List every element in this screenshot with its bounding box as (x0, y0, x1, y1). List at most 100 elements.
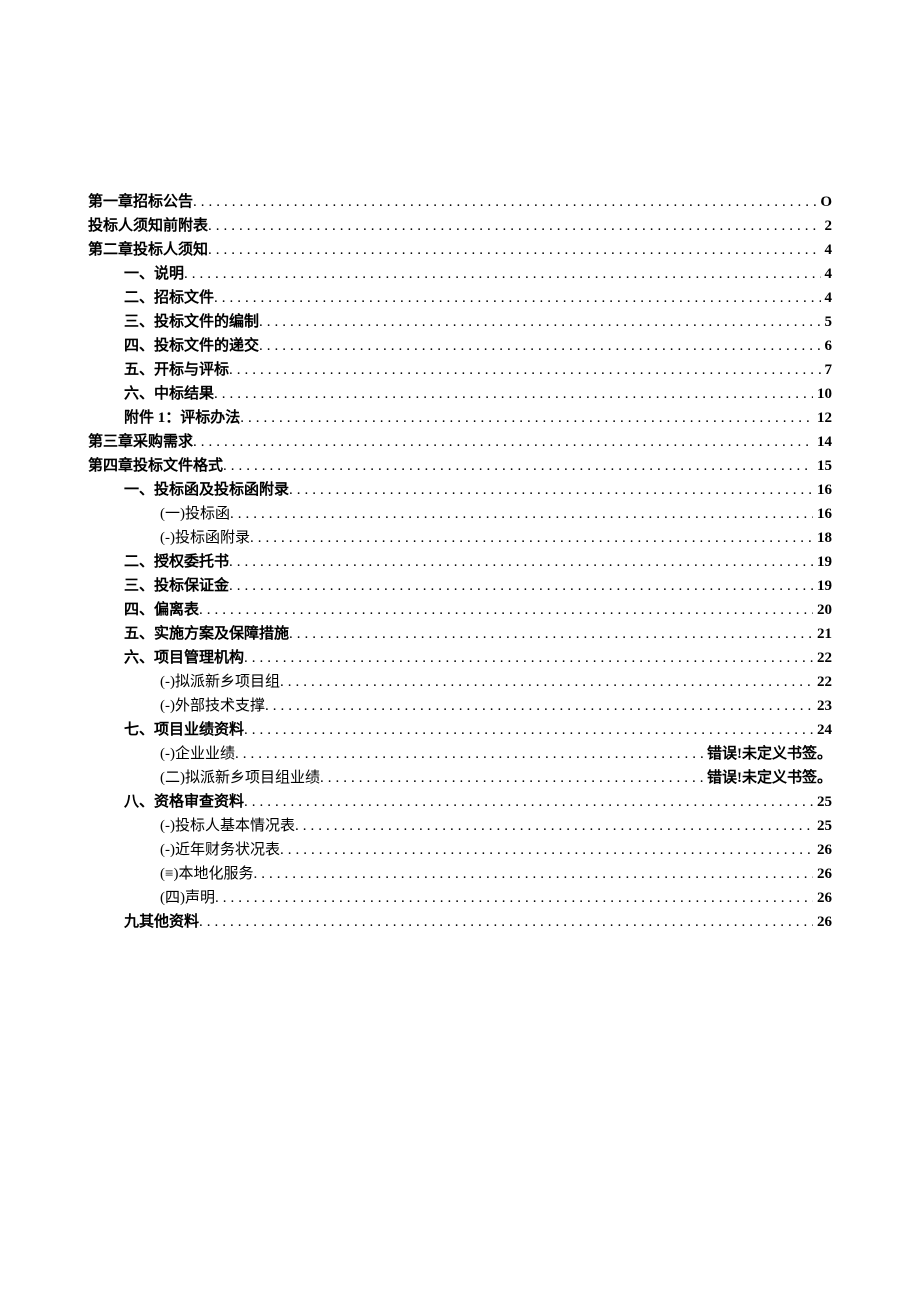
toc-entry-title: 七、项目业绩资料 (124, 718, 244, 742)
toc-entry-page: 5 (825, 310, 833, 334)
toc-leader-dots (193, 430, 813, 454)
toc-entry[interactable]: 三、投标保证金 19 (88, 574, 832, 598)
toc-entry-page: 25 (817, 814, 832, 838)
toc-entry-page: 14 (817, 430, 832, 454)
toc-entry-page: 10 (817, 382, 832, 406)
toc-entry[interactable]: 第二章投标人须知4 (88, 238, 832, 262)
toc-leader-dots (208, 238, 820, 262)
toc-entry[interactable]: 八、资格审查资料 25 (88, 790, 832, 814)
toc-entry-title: 六、中标结果 (124, 382, 214, 406)
toc-entry-title: 三、投标文件的编制 (124, 310, 259, 334)
toc-entry-page: 23 (817, 694, 832, 718)
toc-entry[interactable]: 三、投标文件的编制 5 (88, 310, 832, 334)
toc-entry[interactable]: (-)近年财务状况表26 (88, 838, 832, 862)
toc-entry-title: 二、招标文件 (124, 286, 214, 310)
toc-entry-title: (二)拟派新乡项目组业绩 (160, 766, 320, 790)
toc-leader-dots (265, 694, 813, 718)
toc-entry[interactable]: 四、偏离表20 (88, 598, 832, 622)
toc-leader-dots (280, 838, 813, 862)
toc-entry-title: 三、投标保证金 (124, 574, 229, 598)
toc-entry-page: 错误!未定义书签。 (707, 742, 832, 766)
toc-entry[interactable]: (-)企业业绩错误!未定义书签。 (88, 742, 832, 766)
toc-entry[interactable]: (一)投标函 16 (88, 502, 832, 526)
toc-leader-dots (295, 814, 813, 838)
toc-leader-dots (215, 886, 813, 910)
toc-entry-title: (四)声明 (160, 886, 215, 910)
toc-entry-page: 6 (825, 334, 833, 358)
toc-entry[interactable]: 第三章采购需求14 (88, 430, 832, 454)
toc-entry-title: (一)投标函 (160, 502, 230, 526)
toc-entry[interactable]: 第一章招标公告 O (88, 190, 832, 214)
toc-leader-dots (289, 478, 813, 502)
toc-entry-page: 19 (817, 574, 832, 598)
toc-entry-page: 22 (817, 646, 832, 670)
toc-leader-dots (199, 910, 813, 934)
toc-entry-page: 4 (825, 262, 833, 286)
toc-entry[interactable]: (-)投标函附录18 (88, 526, 832, 550)
toc-leader-dots (229, 550, 813, 574)
toc-entry-title: 五、实施方案及保障措施 (124, 622, 289, 646)
toc-entry[interactable]: 一、投标函及投标函附录 16 (88, 478, 832, 502)
toc-leader-dots (229, 358, 820, 382)
toc-entry[interactable]: 五、开标与评标7 (88, 358, 832, 382)
toc-leader-dots (289, 622, 813, 646)
toc-leader-dots (235, 742, 703, 766)
toc-entry[interactable]: 二、招标文件4 (88, 286, 832, 310)
toc-entry-page: 22 (817, 670, 832, 694)
toc-entry[interactable]: 六、项目管理机构 22 (88, 646, 832, 670)
toc-entry-page: 26 (817, 862, 832, 886)
toc-entry-page: 16 (817, 502, 832, 526)
toc-leader-dots (259, 334, 820, 358)
toc-entry-page: 25 (817, 790, 832, 814)
toc-entry[interactable]: 九其他资料26 (88, 910, 832, 934)
toc-entry-page: 4 (825, 238, 833, 262)
table-of-contents: 第一章招标公告O投标人须知前附表2第二章投标人须知4一、说明4二、招标文件4三、… (88, 190, 832, 934)
toc-entry-title: (-)投标人基本情况表 (160, 814, 295, 838)
toc-leader-dots (259, 310, 820, 334)
toc-entry[interactable]: 第四章投标文件格式 15 (88, 454, 832, 478)
toc-entry[interactable]: (二)拟派新乡项目组业绩 错误!未定义书签。 (88, 766, 832, 790)
toc-entry-title: 投标人须知前附表 (88, 214, 208, 238)
toc-entry[interactable]: 五、实施方案及保障措施 21 (88, 622, 832, 646)
toc-entry-title: 第四章投标文件格式 (88, 454, 223, 478)
toc-entry-title: 六、项目管理机构 (124, 646, 244, 670)
toc-entry-title: 第一章招标公告 (88, 190, 193, 214)
toc-entry[interactable]: (≡)本地化服务 26 (88, 862, 832, 886)
toc-leader-dots (244, 646, 813, 670)
toc-entry-page: 2 (825, 214, 833, 238)
toc-leader-dots (250, 526, 813, 550)
toc-entry-page: 错误!未定义书签。 (707, 766, 832, 790)
toc-entry-title: 一、投标函及投标函附录 (124, 478, 289, 502)
toc-entry-page: 7 (825, 358, 833, 382)
toc-entry[interactable]: 投标人须知前附表 2 (88, 214, 832, 238)
toc-entry[interactable]: 六、中标结果 10 (88, 382, 832, 406)
toc-entry[interactable]: 七、项目业绩资料24 (88, 718, 832, 742)
toc-leader-dots (214, 286, 820, 310)
toc-entry-title: (≡)本地化服务 (160, 862, 253, 886)
toc-leader-dots (230, 502, 813, 526)
toc-leader-dots (320, 766, 703, 790)
toc-entry[interactable]: (-)投标人基本情况表 25 (88, 814, 832, 838)
toc-leader-dots (184, 262, 820, 286)
toc-entry[interactable]: (-)外部技术支撑23 (88, 694, 832, 718)
toc-entry[interactable]: 四、投标文件的递交6 (88, 334, 832, 358)
toc-entry[interactable]: (四)声明 26 (88, 886, 832, 910)
toc-entry-page: 15 (817, 454, 832, 478)
toc-entry[interactable]: 二、授权委托书19 (88, 550, 832, 574)
toc-entry-page: 16 (817, 478, 832, 502)
toc-entry-page: 26 (817, 910, 832, 934)
toc-entry[interactable]: 附件 1：评标办法12 (88, 406, 832, 430)
toc-entry-title: 八、资格审查资料 (124, 790, 244, 814)
toc-leader-dots (199, 598, 813, 622)
document-page: 第一章招标公告O投标人须知前附表2第二章投标人须知4一、说明4二、招标文件4三、… (0, 0, 920, 1301)
toc-entry-page: 18 (817, 526, 832, 550)
toc-entry-page: 21 (817, 622, 832, 646)
toc-leader-dots (208, 214, 820, 238)
toc-leader-dots (280, 670, 813, 694)
toc-entry-page: 26 (817, 886, 832, 910)
toc-entry-title: 一、说明 (124, 262, 184, 286)
toc-entry[interactable]: 一、说明 4 (88, 262, 832, 286)
toc-leader-dots (229, 574, 813, 598)
toc-entry[interactable]: (-)拟派新乡项目组22 (88, 670, 832, 694)
toc-entry-page: O (820, 190, 832, 214)
